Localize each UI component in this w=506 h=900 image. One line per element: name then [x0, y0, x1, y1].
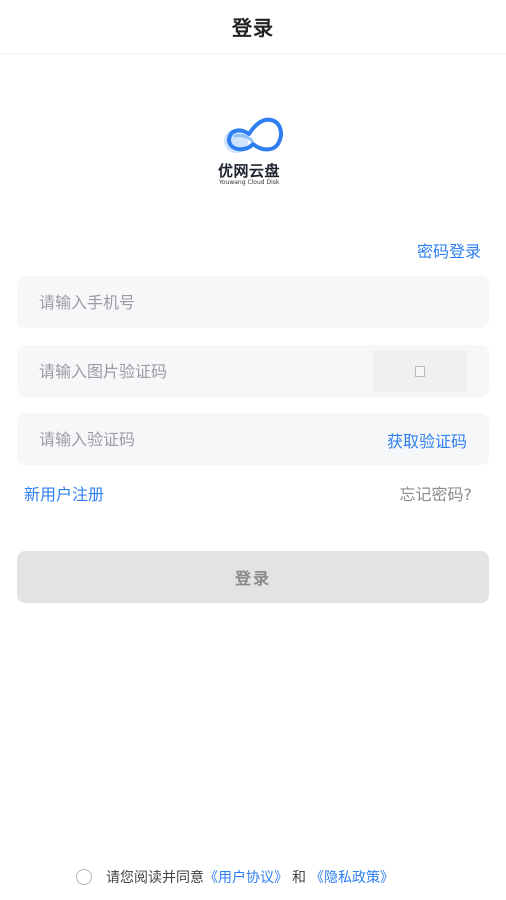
broken-image-icon: [415, 365, 425, 377]
forgot-password-link[interactable]: 忘记密码?: [400, 481, 473, 505]
get-code-button[interactable]: 获取验证码: [387, 428, 467, 452]
logo-name: 优网云盘: [218, 162, 281, 180]
captcha-field: [17, 345, 489, 397]
top-bar: 登录: [0, 0, 506, 54]
password-login-link[interactable]: 密码登录: [417, 238, 481, 262]
app-logo: 优网云盘 Youwang Cloud Disk: [212, 114, 296, 192]
privacy-policy-link[interactable]: 《隐私政策》: [310, 867, 394, 887]
phone-field: [17, 276, 489, 328]
agreement-prefix: 请您阅读并同意: [106, 870, 204, 886]
captcha-image[interactable]: [373, 350, 467, 392]
sms-code-field: 获取验证码: [17, 413, 489, 465]
page-title: 登录: [232, 16, 274, 40]
cloud-logo-icon: [224, 117, 283, 153]
login-page: 登录 优网云盘 Youwang Cloud Disk 密码登录 获取验证码 新用…: [0, 0, 506, 900]
login-button[interactable]: 登录: [17, 551, 489, 603]
agreement-radio[interactable]: [76, 869, 92, 885]
user-agreement-link[interactable]: 《用户协议》: [204, 867, 288, 887]
phone-input[interactable]: [17, 276, 489, 328]
register-link[interactable]: 新用户注册: [24, 481, 104, 505]
logo-subtitle: Youwang Cloud Disk: [219, 179, 280, 186]
agreement-row: 请您阅读并同意 《用户协议》 和 《隐私政策》: [76, 866, 394, 888]
agreement-and: 和: [292, 870, 306, 886]
